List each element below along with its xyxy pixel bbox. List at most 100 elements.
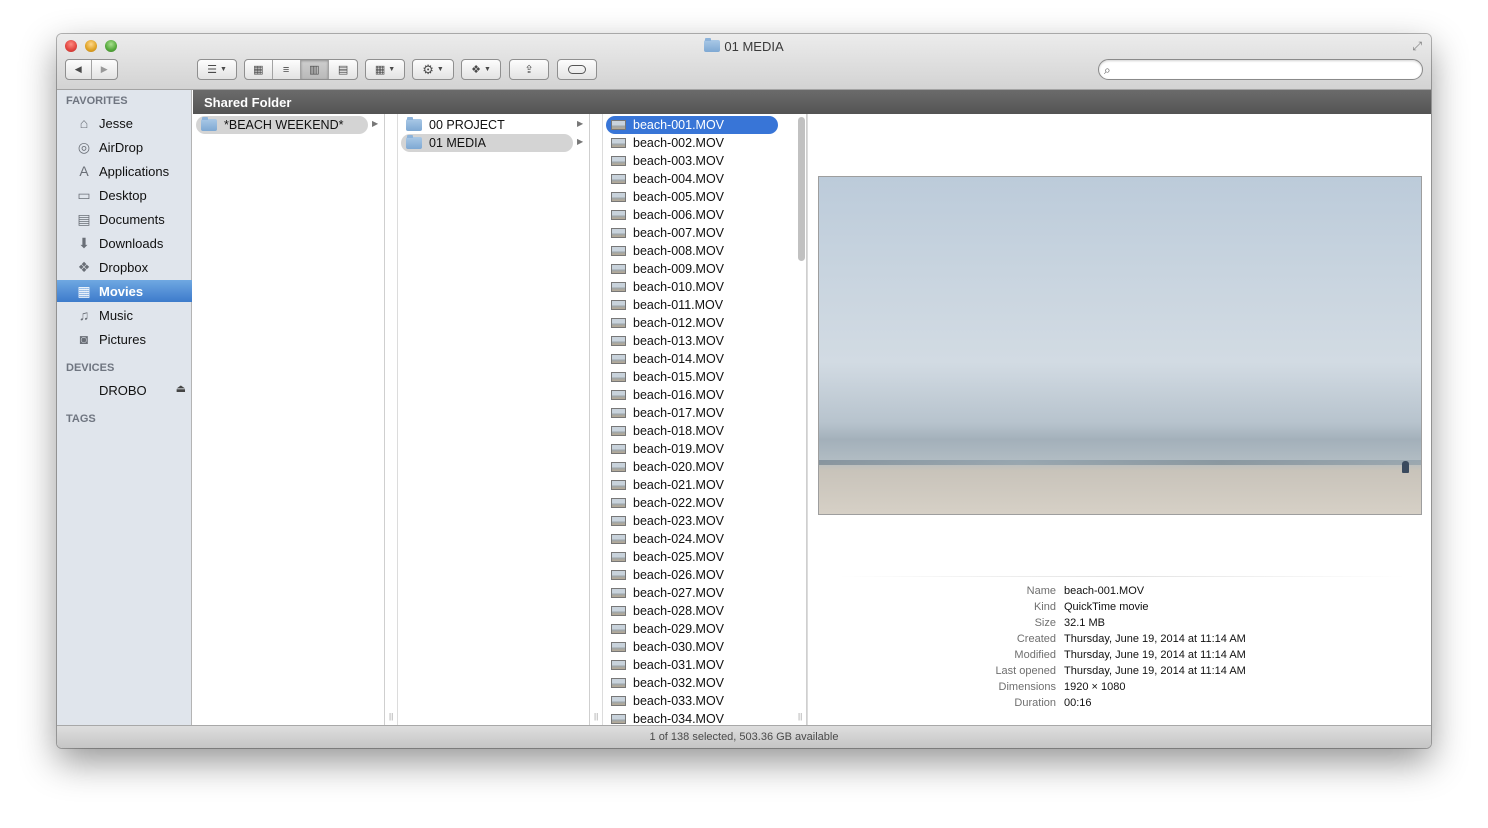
file-row[interactable]: beach-022.MOV [606, 494, 778, 512]
file-row[interactable]: beach-021.MOV [606, 476, 778, 494]
cover-flow-button[interactable]: ▤ [329, 60, 357, 79]
movie-file-icon [611, 498, 626, 508]
sidebar-item-label: Pictures [99, 331, 146, 347]
search-input[interactable] [1121, 62, 1416, 77]
file-row[interactable]: beach-024.MOV [606, 530, 778, 548]
list-item[interactable]: *BEACH WEEKEND* [196, 116, 368, 134]
resize-grip-icon[interactable]: || [798, 712, 802, 721]
file-row[interactable]: beach-016.MOV [606, 386, 778, 404]
sidebar-item-movies[interactable]: ▦ Movies [57, 280, 192, 302]
file-row[interactable]: beach-015.MOV [606, 368, 778, 386]
action-button[interactable]: ⚙ ▼ [412, 59, 454, 80]
edit-tags-button[interactable] [557, 59, 597, 80]
file-name: beach-018.MOV [633, 424, 725, 438]
forward-button[interactable]: ▶ [92, 60, 117, 79]
search-field[interactable]: ⌕ [1098, 59, 1423, 80]
file-row[interactable]: beach-033.MOV [606, 692, 778, 710]
file-row[interactable]: beach-012.MOV [606, 314, 778, 332]
column-divider-2[interactable]: || [590, 114, 603, 725]
resize-grip-icon[interactable]: || [389, 712, 393, 721]
file-row[interactable]: beach-034.MOV [606, 710, 778, 725]
file-row[interactable]: beach-013.MOV [606, 332, 778, 350]
file-name: beach-004.MOV [633, 172, 725, 186]
file-row[interactable]: beach-026.MOV [606, 566, 778, 584]
dropbox-menu-button[interactable]: ❖ ▼ [461, 59, 501, 80]
file-name: beach-013.MOV [633, 334, 725, 348]
column-view-button[interactable]: ▥ [300, 60, 330, 79]
file-row[interactable]: beach-030.MOV [606, 638, 778, 656]
info-row: Last opened Thursday, June 19, 2014 at 11… [808, 665, 1431, 681]
fullscreen-icon[interactable]: ⤢ [1412, 39, 1422, 54]
file-row[interactable]: beach-003.MOV [606, 152, 778, 170]
sidebar-item-label: AirDrop [99, 139, 144, 155]
icon-view-icon: ▦ [253, 64, 264, 76]
resize-grip-icon[interactable]: || [594, 712, 598, 721]
list-view-button[interactable]: ≡ [273, 60, 301, 79]
file-name: beach-006.MOV [633, 208, 725, 222]
sidebar-item-airdrop[interactable]: ◎ AirDrop [57, 136, 192, 158]
sidebar-item-music[interactable]: ♫ Music [57, 304, 192, 326]
folder-icon [201, 117, 217, 131]
file-row[interactable]: beach-025.MOV [606, 548, 778, 566]
sidebar-item-label: DROBO [99, 382, 147, 398]
file-row[interactable]: beach-009.MOV [606, 260, 778, 278]
movie-file-icon [611, 372, 626, 382]
file-row[interactable]: beach-017.MOV [606, 404, 778, 422]
file-row[interactable]: beach-007.MOV [606, 224, 778, 242]
back-button[interactable]: ◀ [66, 60, 92, 79]
file-row[interactable]: beach-019.MOV [606, 440, 778, 458]
movie-file-icon [611, 696, 626, 706]
sidebar-item-desktop[interactable]: ▭ Desktop [57, 184, 192, 206]
movie-file-icon [611, 606, 626, 616]
sidebar-item-drobo[interactable]: DROBO ⏏ [57, 379, 192, 401]
file-row[interactable]: beach-027.MOV [606, 584, 778, 602]
preview-divider [838, 576, 1406, 577]
info-row: Dimensions 1920 × 1080 [808, 681, 1431, 697]
file-row[interactable]: beach-020.MOV [606, 458, 778, 476]
sidebar-item-documents[interactable]: ▤ Documents [57, 208, 192, 230]
file-row[interactable]: beach-014.MOV [606, 350, 778, 368]
column-divider-1[interactable]: || [385, 114, 398, 725]
list-item[interactable]: 00 PROJECT [401, 116, 573, 134]
share-button[interactable]: ⇪ [509, 59, 549, 80]
file-name: beach-005.MOV [633, 190, 725, 204]
file-row[interactable]: beach-006.MOV [606, 206, 778, 224]
sidebar-item-jesse[interactable]: ⌂ Jesse [57, 112, 192, 134]
file-row[interactable]: beach-023.MOV [606, 512, 778, 530]
file-row[interactable]: beach-018.MOV [606, 422, 778, 440]
file-name: beach-021.MOV [633, 478, 725, 492]
file-row[interactable]: beach-010.MOV [606, 278, 778, 296]
file-row[interactable]: beach-008.MOV [606, 242, 778, 260]
group-button[interactable]: ▦ ▼ [365, 59, 405, 80]
folder-icon [406, 117, 422, 131]
file-row[interactable]: beach-029.MOV [606, 620, 778, 638]
sidebar-item-applications[interactable]: A Applications [57, 160, 192, 182]
file-name: beach-003.MOV [633, 154, 725, 168]
file-name: beach-007.MOV [633, 226, 725, 240]
eject-icon[interactable]: ⏏ [176, 382, 186, 395]
sidebar-item-pictures[interactable]: ◙ Pictures [57, 328, 192, 350]
file-row[interactable]: beach-002.MOV [606, 134, 778, 152]
movie-file-icon [611, 588, 626, 598]
sidebar-item-label: Jesse [99, 115, 133, 131]
sidebar-item-dropbox[interactable]: ❖ Dropbox [57, 256, 192, 278]
info-value: beach-001.MOV [1064, 585, 1145, 597]
arrange-button[interactable]: ☰ ▼ [197, 59, 237, 80]
file-name: beach-022.MOV [633, 496, 725, 510]
video-preview-image[interactable] [818, 176, 1422, 515]
file-row[interactable]: beach-004.MOV [606, 170, 778, 188]
file-row[interactable]: beach-032.MOV [606, 674, 778, 692]
sidebar-item-downloads[interactable]: ⬇ Downloads [57, 232, 192, 254]
file-name: beach-025.MOV [633, 550, 725, 564]
column-divider-3[interactable]: || [794, 114, 808, 725]
file-row[interactable]: beach-005.MOV [606, 188, 778, 206]
back-forward-control: ◀ ▶ [65, 59, 118, 80]
file-name: beach-016.MOV [633, 388, 725, 402]
movie-file-icon [611, 354, 626, 364]
icon-view-button[interactable]: ▦ [245, 60, 273, 79]
list-item[interactable]: 01 MEDIA [401, 134, 573, 152]
file-row[interactable]: beach-031.MOV [606, 656, 778, 674]
file-row[interactable]: beach-001.MOV [606, 116, 778, 134]
file-row[interactable]: beach-011.MOV [606, 296, 778, 314]
file-row[interactable]: beach-028.MOV [606, 602, 778, 620]
